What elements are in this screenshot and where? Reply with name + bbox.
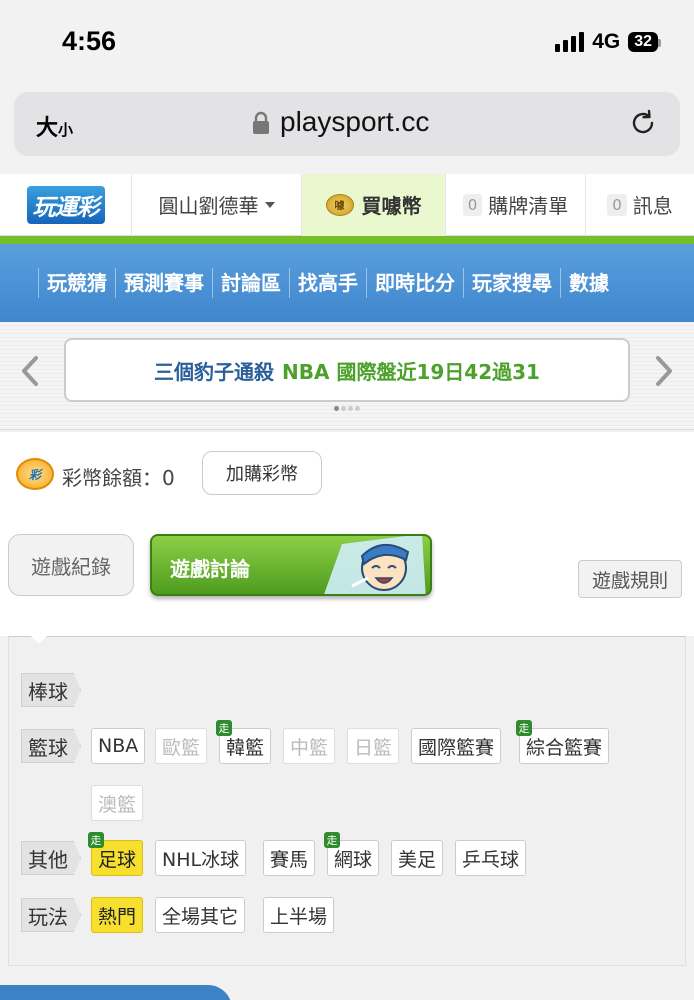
cart-button[interactable]: 0 購牌清單 — [446, 173, 586, 236]
row-label-baseball[interactable]: 棒球 — [21, 673, 81, 707]
chip-label: 足球 — [98, 848, 137, 871]
chip-intl-basketball[interactable]: 國際籃賽 — [411, 728, 502, 764]
chip-china-basketball[interactable]: 中籃 — [283, 728, 336, 764]
chip-label: 韓籃 — [226, 736, 265, 759]
nav-item-live-scores[interactable]: 即時比分 — [366, 268, 463, 298]
game-rules-button[interactable]: 遊戲規則 — [578, 560, 682, 598]
chip-nhl[interactable]: NHL冰球 — [155, 840, 247, 876]
arrow-right-icon[interactable] — [652, 354, 676, 388]
reload-icon[interactable] — [628, 108, 658, 138]
arrow-left-icon[interactable] — [18, 354, 42, 388]
chip-combined-basketball[interactable]: 走 綜合籃賽 — [516, 720, 610, 764]
header-divider — [0, 236, 694, 244]
chip-euro-basketball[interactable]: 歐籃 — [155, 728, 208, 764]
buy-coin-button[interactable]: 噱 買噱幣 — [302, 173, 446, 236]
carousel-dots — [334, 406, 360, 411]
row-label-play-type[interactable]: 玩法 — [21, 898, 81, 932]
text-size-large: 大 — [36, 116, 59, 141]
lottery-coin-icon: 彩 — [16, 458, 54, 490]
chip-table-tennis[interactable]: 乒乓球 — [455, 840, 527, 876]
site-logo[interactable]: 玩運彩 — [0, 173, 132, 236]
status-bar: 4:56 4G 32 — [0, 0, 694, 88]
chip-australia-basketball[interactable]: 澳籃 — [91, 785, 144, 821]
url-text[interactable]: playsport.cc — [280, 106, 429, 138]
balance-label: 彩幣餘額：0 — [62, 466, 175, 490]
logo-text: 玩運彩 — [26, 185, 105, 224]
nav-item-experts[interactable]: 找高手 — [289, 268, 366, 298]
chip-american-football[interactable]: 美足 — [391, 840, 444, 876]
caret-down-icon — [264, 201, 275, 208]
chip-horse-racing[interactable]: 賽馬 — [263, 840, 316, 876]
battery-level: 32 — [634, 33, 652, 50]
ticker-text-part2: NBA 國際盤近19日42過31 — [282, 359, 540, 384]
lock-icon — [253, 111, 269, 134]
carousel-dot[interactable] — [334, 406, 339, 411]
nav-item-forum[interactable]: 討論區 — [212, 268, 289, 298]
messages-count: 0 — [607, 193, 627, 216]
messages-button[interactable]: 0 訊息 — [586, 174, 694, 236]
sport-filter-panel: 棒球 籃球 NBA 歐籃 走 韓籃 中籃 日籃 國際籃賽 走 綜合籃賽 澳籃 其… — [8, 636, 686, 966]
text-size-button[interactable]: 大小 — [36, 110, 73, 142]
address-bar[interactable]: 大小 playsport.cc — [14, 92, 680, 156]
carousel-dot[interactable] — [341, 406, 346, 411]
chip-korea-basketball[interactable]: 走 韓籃 — [216, 720, 272, 764]
chip-popular[interactable]: 熱門 — [91, 897, 144, 933]
row-label-basketball[interactable]: 籃球 — [21, 729, 81, 763]
live-badge: 走 — [516, 720, 532, 736]
cart-label: 購牌清單 — [488, 194, 569, 218]
chip-label: 網球 — [334, 848, 373, 871]
tab-game-discussion[interactable]: 遊戲討論 — [150, 534, 432, 596]
nav-item-player-search[interactable]: 玩家搜尋 — [463, 268, 560, 298]
balance-section: 彩 彩幣餘額：0 加購彩幣 遊戲紀錄 遊戲討論 遊戲規則 — [0, 432, 694, 636]
live-badge: 走 — [216, 720, 232, 736]
coin-icon: 噱 — [325, 193, 354, 216]
live-badge: 走 — [324, 832, 340, 848]
ticker-headline[interactable]: 三個豹子通殺 NBA 國際盤近19日42過31 — [64, 338, 630, 402]
status-indicators: 4G 32 — [555, 30, 661, 54]
user-menu[interactable]: 圓山劉德華 — [132, 173, 302, 236]
text-size-small: 小 — [58, 121, 74, 139]
chip-nba[interactable]: NBA — [91, 728, 146, 764]
topup-button[interactable]: 加購彩幣 — [202, 451, 322, 495]
mascot-icon — [324, 536, 426, 594]
carousel-dot[interactable] — [348, 406, 353, 411]
messages-label: 訊息 — [632, 194, 673, 218]
tab-game-record[interactable]: 遊戲紀錄 — [8, 534, 134, 596]
nav-item-guess[interactable]: 玩競猜 — [38, 268, 115, 298]
main-nav: 玩競猜 預測賽事 討論區 找高手 即時比分 玩家搜尋 數據 — [0, 244, 694, 322]
live-badge: 走 — [88, 832, 104, 848]
chip-soccer[interactable]: 走 足球 — [88, 832, 144, 876]
status-time: 4:56 — [62, 26, 117, 56]
chip-tennis[interactable]: 走 網球 — [324, 832, 380, 876]
chip-first-half[interactable]: 上半場 — [263, 897, 335, 933]
site-header: 玩運彩 圓山劉德華 噱 買噱幣 0 購牌清單 0 訊息 — [0, 173, 694, 236]
ticker-text-part1: 三個豹子通殺 — [154, 359, 275, 384]
nav-item-predict[interactable]: 預測賽事 — [115, 268, 212, 298]
buy-coin-label: 買噱幣 — [361, 194, 422, 218]
signal-icon — [555, 32, 585, 52]
bottom-tab[interactable] — [0, 985, 232, 1000]
chip-label: 綜合籃賽 — [526, 736, 603, 759]
cart-count: 0 — [462, 193, 483, 216]
chip-japan-basketball[interactable]: 日籃 — [347, 728, 400, 764]
chip-full-game-other[interactable]: 全場其它 — [155, 897, 246, 933]
nav-item-data[interactable]: 數據 — [560, 268, 617, 298]
row-label-other[interactable]: 其他 — [21, 841, 81, 875]
network-type: 4G — [592, 30, 621, 53]
carousel-dot[interactable] — [355, 406, 360, 411]
tab-discussion-label: 遊戲討論 — [170, 557, 250, 581]
news-ticker: 三個豹子通殺 NBA 國際盤近19日42過31 — [0, 322, 694, 430]
user-name: 圓山劉德華 — [158, 194, 259, 218]
battery-icon: 32 — [628, 32, 661, 52]
